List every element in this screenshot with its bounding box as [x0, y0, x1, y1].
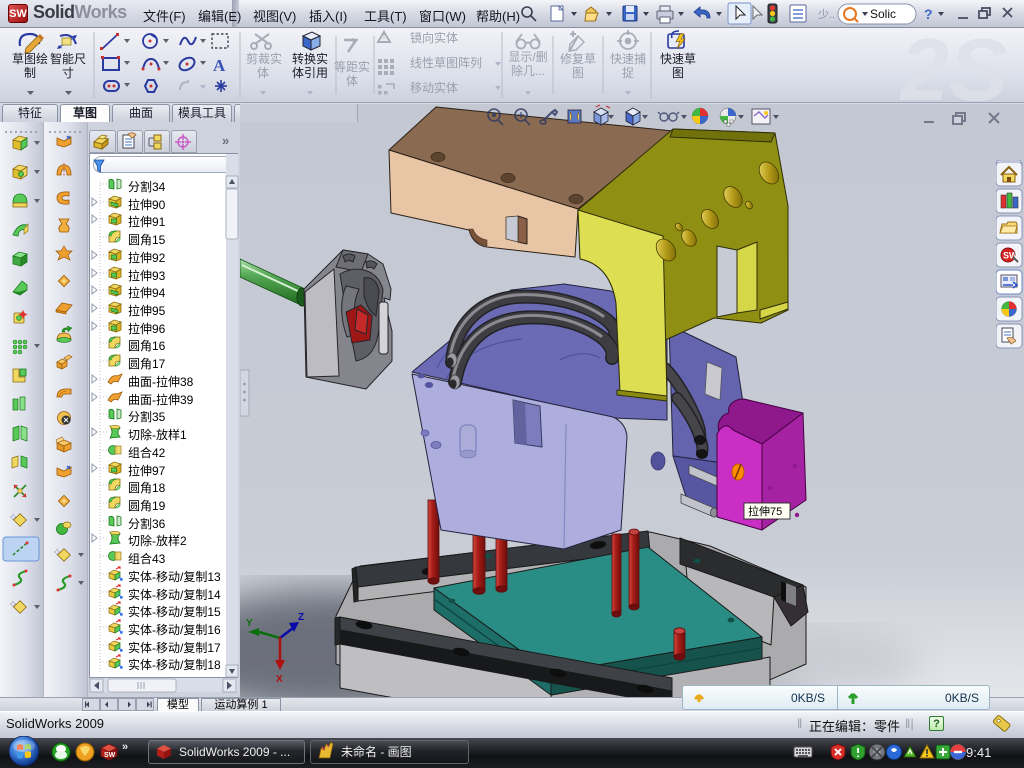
svg-text:Solic: Solic — [870, 7, 896, 21]
svg-text:拉伸75: 拉伸75 — [748, 504, 782, 518]
svg-text:SW: SW — [104, 752, 116, 759]
svg-text:?: ? — [924, 6, 933, 22]
svg-text:Y: Y — [246, 618, 253, 629]
svg-text:»: » — [122, 741, 128, 753]
svg-text:少..: 少.. — [818, 8, 835, 21]
svg-text:Z: Z — [298, 612, 304, 623]
svg-text:X: X — [276, 674, 283, 685]
svg-text:A: A — [213, 56, 226, 75]
